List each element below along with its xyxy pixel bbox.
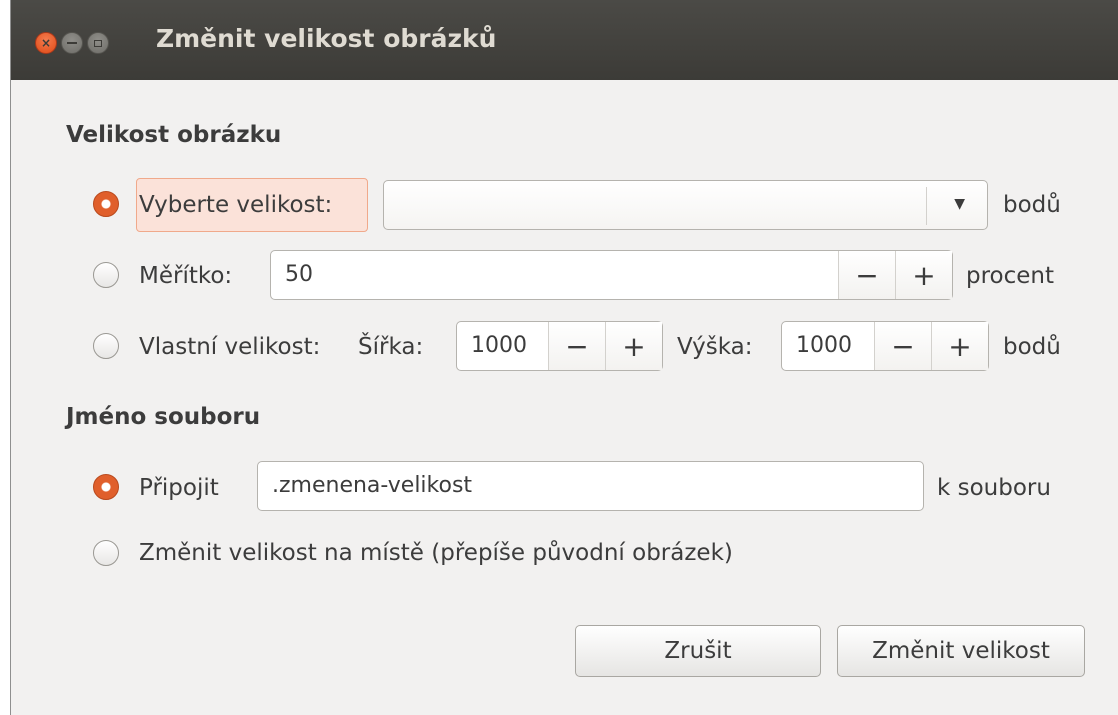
close-icon[interactable]: × <box>35 32 57 54</box>
width-value[interactable]: 1000 <box>471 322 527 370</box>
size-section-heading: Velikost obrázku <box>66 122 282 148</box>
scale-minus-button[interactable]: − <box>838 251 895 299</box>
cancel-button[interactable]: Zrušit <box>575 625 821 677</box>
maximize-icon[interactable] <box>87 32 109 54</box>
scale-value[interactable]: 50 <box>285 251 313 299</box>
scale-label[interactable]: Měřítko: <box>139 262 232 290</box>
radio-scale[interactable] <box>93 262 119 288</box>
custom-size-unit: bodů <box>1003 334 1061 360</box>
radio-resize-in-place[interactable] <box>93 540 119 566</box>
scale-unit: procent <box>966 263 1055 289</box>
append-label[interactable]: Připojit <box>139 474 219 502</box>
resize-button[interactable]: Změnit velikost <box>837 625 1085 677</box>
width-plus-button[interactable]: + <box>605 322 662 370</box>
filename-section-heading: Jméno souboru <box>66 404 261 430</box>
window-title: Změnit velikost obrázků <box>156 24 497 53</box>
size-combo[interactable]: ▼ <box>383 180 988 230</box>
height-value[interactable]: 1000 <box>796 322 852 370</box>
minimize-icon[interactable] <box>61 32 83 54</box>
custom-size-label[interactable]: Vlastní velikost: <box>139 333 320 361</box>
height-minus-button[interactable]: − <box>874 322 931 370</box>
radio-append[interactable] <box>93 474 119 500</box>
title-bar[interactable]: × Změnit velikost obrázků <box>11 0 1118 80</box>
width-minus-button[interactable]: − <box>548 322 605 370</box>
scale-plus-button[interactable]: + <box>895 251 952 299</box>
chevron-down-icon[interactable]: ▼ <box>954 194 965 214</box>
width-label: Šířka: <box>358 334 424 360</box>
height-spinner[interactable]: 1000 − + <box>781 321 989 371</box>
radio-custom-size[interactable] <box>93 333 119 359</box>
radio-select-size[interactable] <box>93 191 119 217</box>
combo-separator <box>926 187 927 225</box>
append-suffix-input[interactable]: .zmenena-velikost <box>257 461 924 511</box>
resize-in-place-label[interactable]: Změnit velikost na místě (přepíše původn… <box>139 539 733 567</box>
scale-spinner[interactable]: 50 − + <box>270 250 953 300</box>
height-plus-button[interactable]: + <box>931 322 988 370</box>
height-label: Výška: <box>677 334 753 360</box>
select-size-unit: bodů <box>1003 192 1061 218</box>
select-size-label[interactable]: Vyberte velikost: <box>139 191 332 219</box>
width-spinner[interactable]: 1000 − + <box>456 321 663 371</box>
resize-dialog: × Změnit velikost obrázků Velikost obráz… <box>10 0 1118 715</box>
append-suffix-label: k souboru <box>937 475 1051 501</box>
